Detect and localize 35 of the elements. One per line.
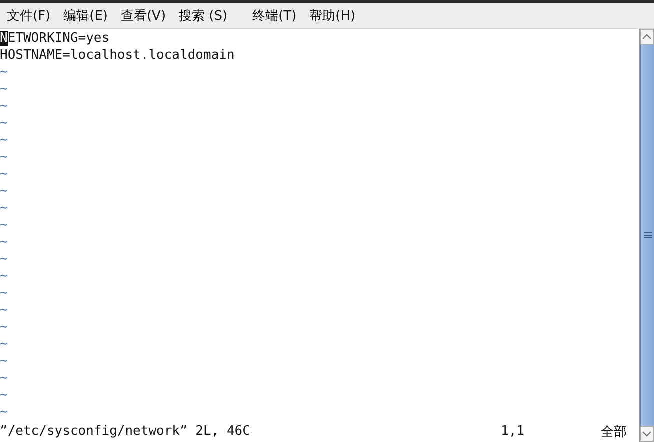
scroll-position: 全部 [601,424,628,440]
empty-line-marker: ~ [0,252,8,267]
menu-item[interactable]: 帮助(H) [304,6,361,24]
menu-item[interactable]: 编辑(E) [58,6,113,24]
scroll-up-button[interactable] [640,29,654,45]
cursor-position: 1,1 [501,424,526,439]
empty-line-marker: ~ [0,82,8,97]
text-line: HOSTNAME=localhost.localdomain [0,47,236,64]
menu-item[interactable]: 查看(V) [116,6,172,24]
empty-line-marker: ~ [0,218,8,233]
scroll-down-button[interactable] [640,426,654,442]
empty-line-marker: ~ [0,320,8,335]
empty-line-marker: ~ [0,286,8,301]
menu-item[interactable]: 搜索 (S) [174,6,233,24]
empty-line-marker: ~ [0,150,8,165]
empty-line-marker: ~ [0,167,8,182]
empty-line-marker: ~ [0,235,8,250]
menu-item[interactable]: 文件(F) [2,6,56,24]
empty-line-marker: ~ [0,303,8,318]
empty-line-marker: ~ [0,201,8,216]
empty-line-marker: ~ [0,371,8,386]
empty-line-marker: ~ [0,354,8,369]
empty-line-marker: ~ [0,337,8,352]
status-message: ”/etc/sysconfig/network” 2L, 46C [0,424,252,439]
empty-line-marker: ~ [0,184,8,199]
empty-line-marker: ~ [0,269,8,284]
empty-line-marker: ~ [0,388,8,403]
text-line: NETWORKING=yes [0,30,111,47]
menu-item[interactable]: 终端(T) [248,6,302,24]
empty-line-marker: ~ [0,116,8,131]
empty-line-marker: ~ [0,65,8,80]
empty-line-marker: ~ [0,99,8,114]
empty-line-marker: ~ [0,405,8,420]
grip-icon [644,232,652,239]
empty-line-marker: ~ [0,133,8,148]
